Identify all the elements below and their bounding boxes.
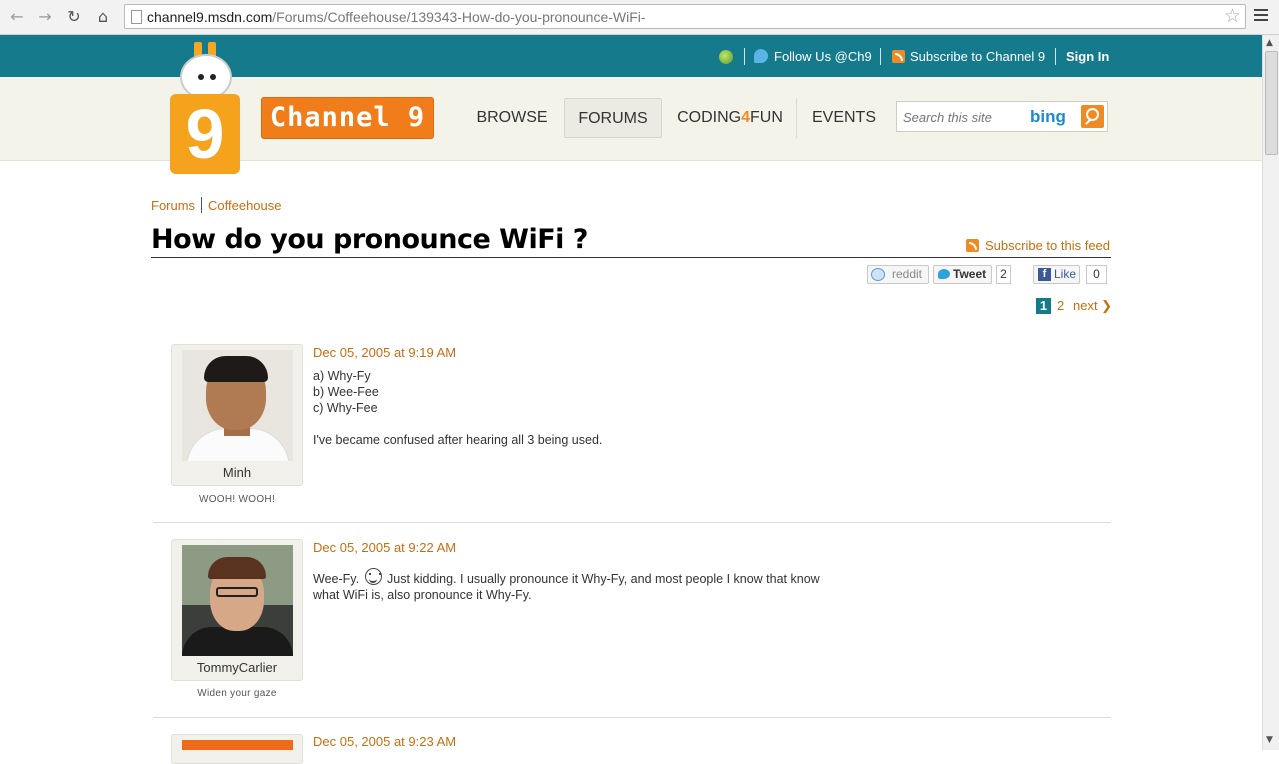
globe-icon[interactable] <box>719 50 733 64</box>
post-body: a) Why-Fy b) Wee-Fee c) Why-Fee I've bec… <box>313 369 603 447</box>
page-2-link[interactable]: 2 <box>1057 298 1064 314</box>
avatar[interactable] <box>182 740 293 750</box>
scroll-up-icon[interactable]: ▲ <box>1266 38 1273 48</box>
site-search: bing <box>896 101 1108 132</box>
back-arrow-icon[interactable]: ← <box>6 6 28 28</box>
breadcrumb-forums[interactable]: Forums <box>151 198 195 213</box>
scroll-down-icon[interactable]: ▼ <box>1266 735 1273 745</box>
nav-browse[interactable]: BROWSE <box>467 98 557 138</box>
post-date[interactable]: Dec 05, 2005 at 9:23 AM <box>313 734 456 749</box>
browser-menu-icon[interactable] <box>1254 9 1268 24</box>
post-date[interactable]: Dec 05, 2005 at 9:22 AM <box>313 540 456 555</box>
rss-icon <box>892 50 905 63</box>
subscribe-link[interactable]: Subscribe to Channel 9 <box>910 49 1045 64</box>
channel9-mascot-logo[interactable]: 9 <box>168 42 244 176</box>
forward-arrow-icon[interactable]: → <box>34 6 56 28</box>
author-card: TommyCarlier <box>171 539 303 681</box>
reddit-icon <box>871 268 885 281</box>
smiley-icon <box>364 568 382 585</box>
twitter-icon <box>938 269 950 279</box>
nav-events[interactable]: EVENTS <box>804 98 884 138</box>
tweet-button[interactable]: Tweet <box>933 265 992 284</box>
facebook-like-button[interactable]: f Like <box>1033 265 1080 284</box>
search-input[interactable] <box>903 107 1023 127</box>
page-scrollbar[interactable]: ▲ ▼ <box>1262 35 1279 750</box>
author-card: Minh <box>171 344 303 486</box>
avatar[interactable] <box>182 545 293 656</box>
sign-in-link[interactable]: Sign In <box>1066 49 1109 64</box>
nav-forums[interactable]: FORUMS <box>564 98 662 138</box>
reddit-button[interactable]: reddit <box>867 265 929 284</box>
tweet-count: 2 <box>996 265 1011 284</box>
avatar[interactable] <box>182 350 293 461</box>
author-name[interactable]: Minh <box>172 465 302 480</box>
reload-icon[interactable]: ↻ <box>63 6 85 28</box>
address-bar[interactable]: channel9.msdn.com/Forums/Coffeehouse/139… <box>124 4 1246 29</box>
twitter-bird-icon <box>754 49 768 63</box>
nav-coding4fun[interactable]: CODING4FUN <box>672 98 788 138</box>
home-icon[interactable]: ⌂ <box>92 6 114 28</box>
page-1-current: 1 <box>1036 298 1051 314</box>
thread-title: How do you pronounce WiFi ? <box>151 224 588 255</box>
follow-us-link[interactable]: Follow Us @Ch9 <box>774 49 872 64</box>
bookmark-star-icon[interactable]: ☆ <box>1224 5 1241 27</box>
author-tagline: Widen your gaze <box>197 688 277 699</box>
url-text: channel9.msdn.com/Forums/Coffeehouse/139… <box>147 9 646 25</box>
scrollbar-thumb[interactable] <box>1265 51 1278 155</box>
like-count: 0 <box>1086 265 1107 284</box>
bing-logo: bing <box>1030 107 1066 126</box>
author-name[interactable]: TommyCarlier <box>172 660 302 675</box>
next-page-link[interactable]: next ❯ <box>1073 298 1112 314</box>
page-icon <box>131 10 142 24</box>
author-tagline: WOOH! WOOH! <box>198 494 276 505</box>
post-date[interactable]: Dec 05, 2005 at 9:19 AM <box>313 345 456 360</box>
breadcrumb-coffeehouse[interactable]: Coffeehouse <box>208 198 282 213</box>
feed-rss-icon <box>966 239 979 252</box>
subscribe-feed-link[interactable]: Subscribe to this feed <box>985 238 1110 253</box>
logo-nine: 9 <box>170 94 240 174</box>
post-body: Wee-Fy. Just kidding. I usually pronounc… <box>313 568 820 603</box>
facebook-icon: f <box>1038 268 1051 281</box>
search-icon[interactable] <box>1081 105 1104 128</box>
channel9-brand[interactable]: Channel 9 <box>261 97 434 139</box>
browser-toolbar: ← → ↻ ⌂ channel9.msdn.com/Forums/Coffeeh… <box>0 0 1279 35</box>
